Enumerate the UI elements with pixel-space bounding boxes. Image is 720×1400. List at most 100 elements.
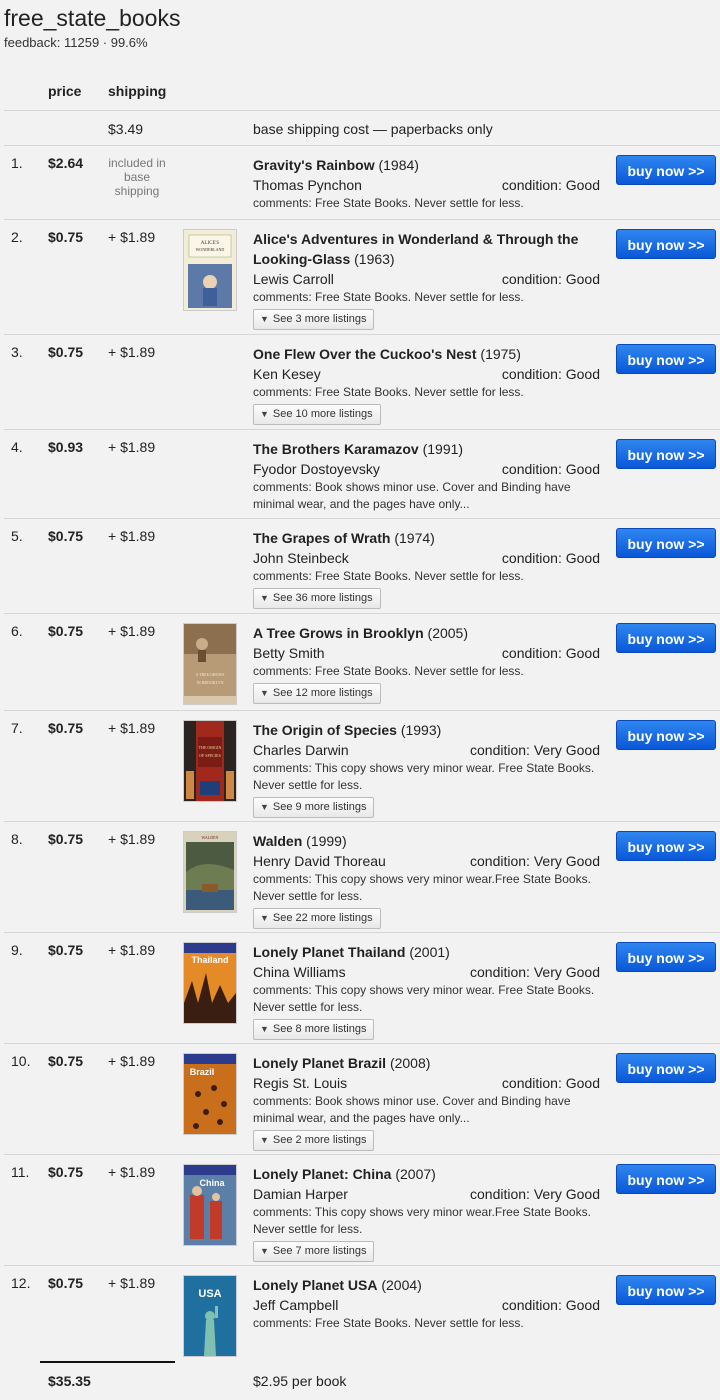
listing-info: A Tree Grows in Brooklyn (2005) Betty Sm… [253,623,603,704]
book-author: Jeff Campbell [253,1297,339,1313]
see-more-listings-button[interactable]: ▼ See 2 more listings [253,1130,375,1151]
shipping-price: + $1.89 [108,1164,156,1180]
book-cover-image[interactable]: Brazil [183,1053,237,1135]
listing-info: Alice's Adventures in Wonderland & Throu… [253,229,603,330]
book-title[interactable]: Gravity's Rainbow [253,157,375,173]
book-year: (1984) [378,157,419,173]
listing-index: 4. [11,439,23,455]
store-name[interactable]: free_state_books [4,5,180,32]
book-author: Charles Darwin [253,742,349,758]
listing-price: $0.93 [48,439,84,455]
buy-now-button[interactable]: buy now >> [616,720,716,750]
book-cover-image[interactable]: Thailand [183,942,237,1024]
book-condition: condition: Very Good [470,964,600,980]
shipping-included-note: included in base shipping [108,156,166,198]
book-title[interactable]: Lonely Planet Brazil [253,1055,386,1071]
book-title[interactable]: Alice's Adventures in Wonderland & Throu… [253,231,578,267]
book-title[interactable]: One Flew Over the Cuckoo's Nest [253,346,477,362]
buy-now-button[interactable]: buy now >> [616,528,716,558]
listing-price: $0.75 [48,1053,84,1069]
total-price: $35.35 [48,1373,91,1389]
feedback-score: feedback: 11259 · 99.6% [4,35,148,50]
row-divider [4,1043,720,1044]
buy-now-button[interactable]: buy now >> [616,623,716,653]
buy-now-button[interactable]: buy now >> [616,155,716,185]
row-divider [4,710,720,711]
row-divider [4,334,720,335]
listing-price: $0.75 [48,344,84,360]
book-title[interactable]: A Tree Grows in Brooklyn [253,625,424,641]
buy-now-button[interactable]: buy now >> [616,439,716,469]
book-title[interactable]: The Grapes of Wrath [253,530,390,546]
see-more-label: See 22 more listings [272,912,373,924]
buy-now-button[interactable]: buy now >> [616,831,716,861]
book-title[interactable]: Lonely Planet Thailand [253,944,405,960]
see-more-listings-button[interactable]: ▼ See 8 more listings [253,1019,375,1040]
listing-index: 2. [11,229,23,245]
book-cover-image[interactable]: A TREE GROWS IN BROOKLYN [183,623,237,705]
see-more-listings-button[interactable]: ▼ See 10 more listings [253,404,381,425]
buy-now-button[interactable]: buy now >> [616,229,716,259]
see-more-listings-button[interactable]: ▼ See 9 more listings [253,797,375,818]
see-more-label: See 2 more listings [272,1134,367,1146]
listing-info: The Brothers Karamazov (1991) Fyodor Dos… [253,439,603,513]
book-cover-image[interactable]: ALICE'S WONDERLAND [183,229,237,311]
listing-info: Lonely Planet: China (2007) Damian Harpe… [253,1164,603,1262]
book-title[interactable]: Walden [253,833,302,849]
book-year: (2004) [381,1277,422,1293]
chevron-down-icon: ▼ [260,1135,269,1145]
book-author: China Williams [253,964,346,980]
chevron-down-icon: ▼ [260,593,269,603]
see-more-label: See 36 more listings [272,592,373,604]
see-more-listings-button[interactable]: ▼ See 7 more listings [253,1241,375,1262]
book-cover-image[interactable]: THE ORIGIN OF SPECIES [183,720,237,802]
book-title[interactable]: The Brothers Karamazov [253,441,419,457]
book-cover-image[interactable]: China [183,1164,237,1246]
book-year: (1993) [400,722,442,738]
listing-index: 12. [11,1275,31,1291]
svg-text:WALDEN: WALDEN [202,835,219,840]
shipping-price: + $1.89 [108,344,156,360]
book-cover-image[interactable]: USA [183,1275,237,1357]
book-title[interactable]: Lonely Planet USA [253,1277,377,1293]
listing-comments: comments: Free State Books. Never settle… [253,196,524,210]
shipping-price: + $1.89 [108,720,156,736]
buy-now-button[interactable]: buy now >> [616,1164,716,1194]
row-divider [4,613,720,614]
book-title[interactable]: Lonely Planet: China [253,1166,391,1182]
see-more-listings-button[interactable]: ▼ See 22 more listings [253,908,381,929]
listing-info: Lonely Planet Thailand (2001) China Will… [253,942,603,1040]
row-divider [4,932,720,933]
buy-now-button[interactable]: buy now >> [616,1053,716,1083]
chevron-down-icon: ▼ [260,688,269,698]
see-more-label: See 9 more listings [272,801,367,813]
buy-now-button[interactable]: buy now >> [616,942,716,972]
see-more-label: See 7 more listings [272,1245,367,1257]
listing-comments: comments: This copy shows very minor wea… [253,983,595,1014]
listing-comments: comments: Free State Books. Never settle… [253,569,524,583]
book-year: (1999) [306,833,347,849]
see-more-listings-button[interactable]: ▼ See 3 more listings [253,309,375,330]
row-divider [4,1265,720,1266]
book-condition: condition: Good [501,1297,600,1313]
listing-price: $0.75 [48,1164,84,1180]
svg-text:Brazil: Brazil [190,1067,215,1077]
book-author: Ken Kesey [253,366,321,382]
base-shipping-description: base shipping cost — paperbacks only [253,121,493,137]
book-title[interactable]: The Origin of Species [253,722,397,738]
svg-text:ALICE'S: ALICE'S [201,241,220,246]
listing-index: 9. [11,942,23,958]
chevron-down-icon: ▼ [260,802,269,812]
buy-now-button[interactable]: buy now >> [616,1275,716,1305]
see-more-listings-button[interactable]: ▼ See 12 more listings [253,683,381,704]
listing-comments: comments: Book shows minor use. Cover an… [253,480,571,511]
book-cover-image[interactable]: WALDEN [183,831,237,913]
shipping-price: + $1.89 [108,1053,156,1069]
row-divider [4,429,720,430]
listing-index: 7. [11,720,23,736]
listing-comments: comments: This copy shows very minor wea… [253,1205,591,1236]
buy-now-button[interactable]: buy now >> [616,344,716,374]
svg-text:A TREE GROWS: A TREE GROWS [195,672,224,677]
header-divider [4,110,720,111]
see-more-listings-button[interactable]: ▼ See 36 more listings [253,588,381,609]
